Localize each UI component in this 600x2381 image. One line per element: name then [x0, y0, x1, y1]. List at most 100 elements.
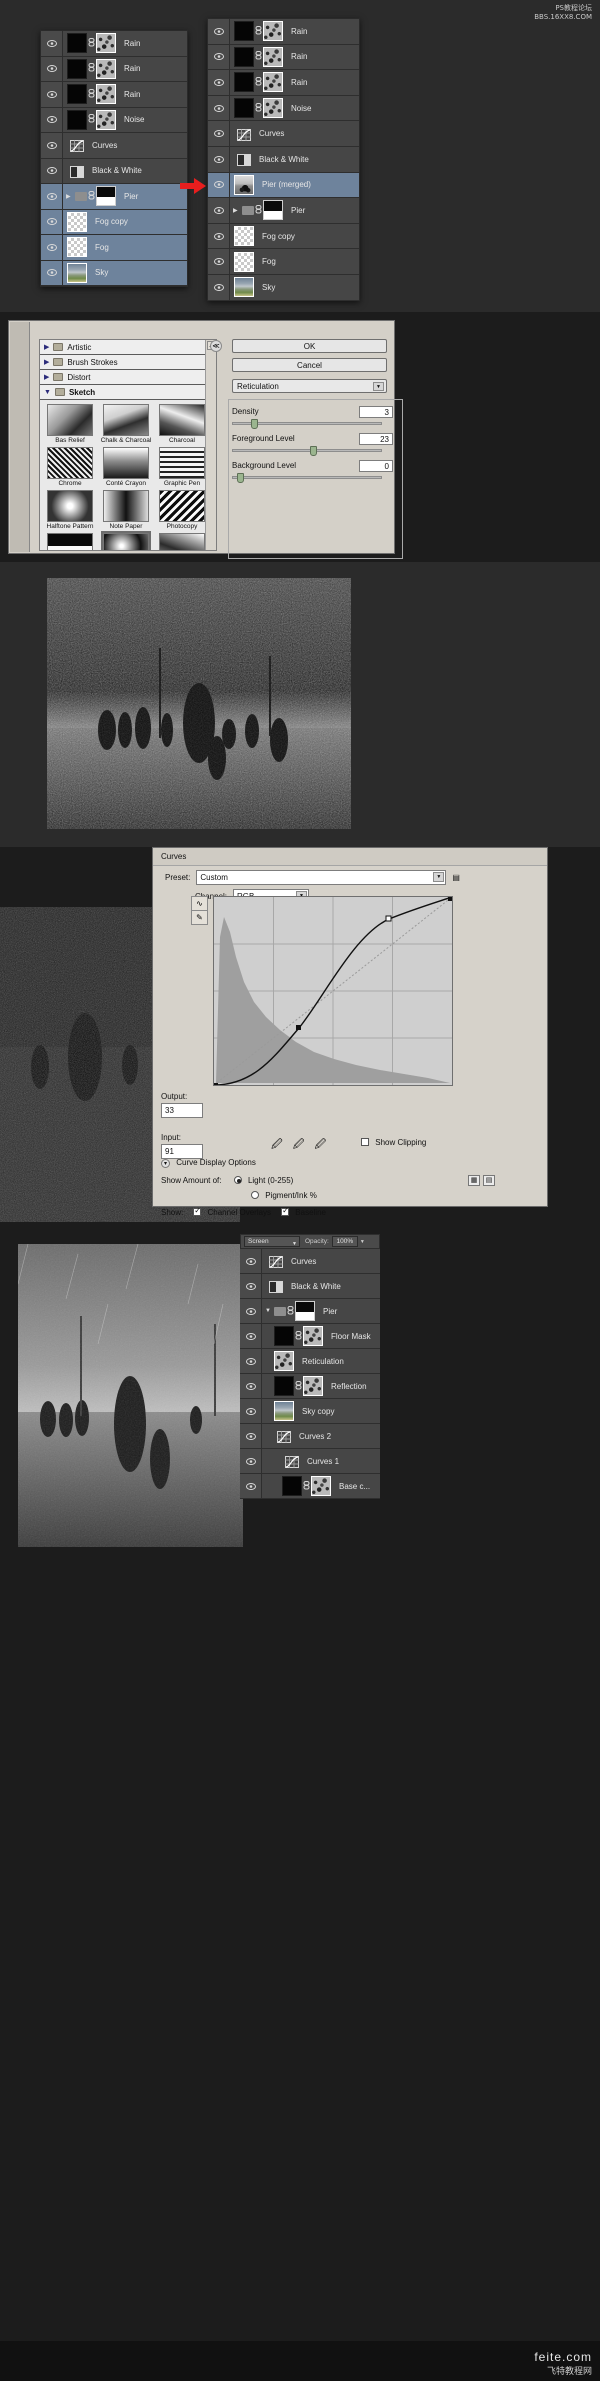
layer-row-reflection[interactable]: Reflection — [240, 1374, 380, 1399]
layer-row-pier-merged-[interactable]: Pier (merged) — [208, 172, 359, 199]
layer-mask-thumbnail[interactable] — [263, 72, 283, 93]
eye-icon[interactable] — [208, 44, 230, 70]
layers-panel-after[interactable]: Rain Rain Rain Noise Curves Black & White Pier… — [207, 18, 360, 301]
link-icon[interactable] — [87, 114, 96, 125]
filter-preview-image[interactable] — [101, 531, 151, 550]
eye-icon[interactable] — [240, 1449, 262, 1473]
layer-mask-thumbnail[interactable] — [295, 1301, 315, 1321]
table-row[interactable]: Sky — [208, 274, 359, 301]
eye-icon[interactable] — [208, 95, 230, 121]
layer-thumbnail[interactable] — [234, 72, 254, 93]
layer-row-black-white[interactable]: Black & White — [240, 1274, 380, 1299]
layer-row-pier[interactable]: ▶ Pier — [41, 184, 187, 210]
list-item[interactable]: Base c... — [240, 1474, 380, 1499]
eyedropper-row[interactable]: 🖉 🖉 🖉 — [271, 1136, 326, 1155]
pigment-row[interactable]: Pigment/Ink % — [251, 1191, 317, 1200]
layer-mask-thumbnail[interactable] — [303, 1376, 323, 1396]
filter-thumb-reticulation[interactable]: Reticulation — [98, 531, 154, 550]
list-item[interactable]: ▼ Pier — [240, 1299, 380, 1324]
chevron-down-icon[interactable]: ▼ — [265, 1308, 272, 1314]
slider-track[interactable] — [232, 446, 382, 456]
filter-list-scrollbar[interactable]: ▲ — [205, 340, 216, 550]
layer-row-pier[interactable]: ▶ Pier — [208, 198, 359, 224]
eye-icon[interactable] — [41, 184, 63, 209]
filter-preview-image[interactable] — [103, 490, 149, 522]
table-row[interactable]: Fog copy — [208, 223, 359, 250]
filter-preview-image[interactable] — [47, 533, 93, 550]
eye-icon[interactable] — [41, 31, 63, 56]
final-layers-panel[interactable]: Screen ▼ Opacity: 100% ▼ Curves Black & W… — [240, 1234, 380, 1499]
input-value[interactable]: 91 — [161, 1144, 203, 1159]
layer-thumbnail[interactable] — [67, 109, 87, 130]
filter-thumb-photocopy[interactable]: Photocopy — [154, 490, 210, 531]
layer-thumbnail[interactable] — [274, 1351, 294, 1371]
eye-icon[interactable] — [41, 56, 63, 81]
link-icon[interactable] — [254, 25, 263, 37]
layers-panel-before[interactable]: Rain Rain Rain Noise Curves Black & White ▶ Pie… — [40, 30, 188, 287]
list-item[interactable]: Reticulation — [240, 1349, 380, 1374]
layer-row-sky-copy[interactable]: Sky copy — [240, 1399, 380, 1424]
table-row[interactable]: Fog copy — [41, 209, 187, 235]
table-row[interactable]: Black & White — [41, 158, 187, 184]
pigment-radio[interactable] — [251, 1191, 259, 1199]
layer-row-reticulation[interactable]: Reticulation — [240, 1349, 380, 1374]
link-icon[interactable] — [254, 51, 263, 62]
slider-density[interactable]: Density 3 — [232, 406, 397, 429]
eye-icon[interactable] — [41, 133, 63, 158]
layer-thumbnail[interactable] — [67, 33, 87, 54]
filter-thumb-stamp[interactable]: Stamp — [154, 533, 210, 550]
filter-thumb-plaster[interactable]: Plaster — [42, 533, 98, 550]
layer-thumbnail[interactable] — [234, 98, 254, 119]
table-row[interactable]: Rain — [208, 44, 359, 71]
layer-row-curves-1[interactable]: Curves 1 — [240, 1449, 380, 1474]
layer-row-rain[interactable]: Rain — [41, 31, 187, 57]
list-item[interactable]: Reflection — [240, 1374, 380, 1399]
layer-thumbnail[interactable] — [234, 251, 254, 272]
filter-thumb-chrome[interactable]: Chrome — [42, 447, 98, 488]
eye-icon[interactable] — [240, 1399, 262, 1423]
layer-mask-thumbnail[interactable] — [311, 1476, 331, 1496]
show-clipping-row[interactable]: Show Clipping — [361, 1138, 426, 1147]
layer-row-fog[interactable]: Fog — [41, 235, 187, 261]
layer-mask-thumbnail[interactable] — [96, 109, 116, 130]
filter-preview-image[interactable] — [47, 490, 93, 522]
layer-row-noise[interactable]: Noise — [208, 95, 359, 122]
channel-overlays-checkbox[interactable] — [193, 1206, 202, 1216]
slider-value[interactable]: 23 — [359, 433, 393, 445]
eye-icon[interactable] — [41, 82, 63, 107]
layer-thumbnail[interactable] — [282, 1476, 302, 1496]
layer-mask-thumbnail[interactable] — [263, 200, 283, 221]
eye-icon[interactable] — [208, 223, 230, 249]
layer-row-sky[interactable]: Sky — [208, 274, 359, 301]
layer-mask-thumbnail[interactable] — [263, 46, 283, 67]
layer-thumbnail[interactable] — [234, 226, 254, 247]
output-value[interactable]: 33 — [161, 1103, 203, 1118]
list-item[interactable]: Curves — [240, 1249, 380, 1274]
eye-icon[interactable] — [208, 121, 230, 146]
filter-category-artistic[interactable]: ▶ Artistic — [40, 340, 216, 355]
filter-thumb-charcoal[interactable]: Charcoal — [154, 404, 210, 445]
layer-mask-thumbnail[interactable] — [263, 21, 283, 42]
layer-mask-thumbnail[interactable] — [303, 1326, 323, 1346]
layer-row-black-white[interactable]: Black & White — [41, 158, 187, 184]
layer-row-rain[interactable]: Rain — [41, 56, 187, 82]
link-icon[interactable] — [87, 63, 96, 74]
table-row[interactable]: Black & White — [208, 146, 359, 173]
baseline-row[interactable]: Baseline — [281, 1206, 326, 1217]
layer-thumbnail[interactable] — [67, 58, 87, 79]
table-row[interactable]: Fog — [208, 249, 359, 275]
slider-value[interactable]: 3 — [359, 406, 393, 418]
ok-button[interactable]: OK — [232, 339, 387, 353]
layer-thumbnail[interactable] — [234, 46, 254, 67]
eye-icon[interactable] — [208, 146, 230, 172]
layer-row-curves[interactable]: Curves — [208, 121, 359, 147]
layer-row-base-c-[interactable]: Base c... — [240, 1474, 380, 1499]
link-icon[interactable] — [254, 204, 263, 216]
filter-thumb-bas-relief[interactable]: Bas Relief — [42, 404, 98, 445]
grid-large-icon[interactable]: ▤ — [483, 1175, 495, 1186]
link-icon[interactable] — [254, 76, 263, 88]
eye-icon[interactable] — [41, 209, 63, 234]
list-item[interactable]: Floor Mask — [240, 1324, 380, 1349]
layer-mask-thumbnail[interactable] — [96, 84, 116, 105]
filter-thumb-graphic-pen[interactable]: Graphic Pen — [154, 447, 210, 488]
